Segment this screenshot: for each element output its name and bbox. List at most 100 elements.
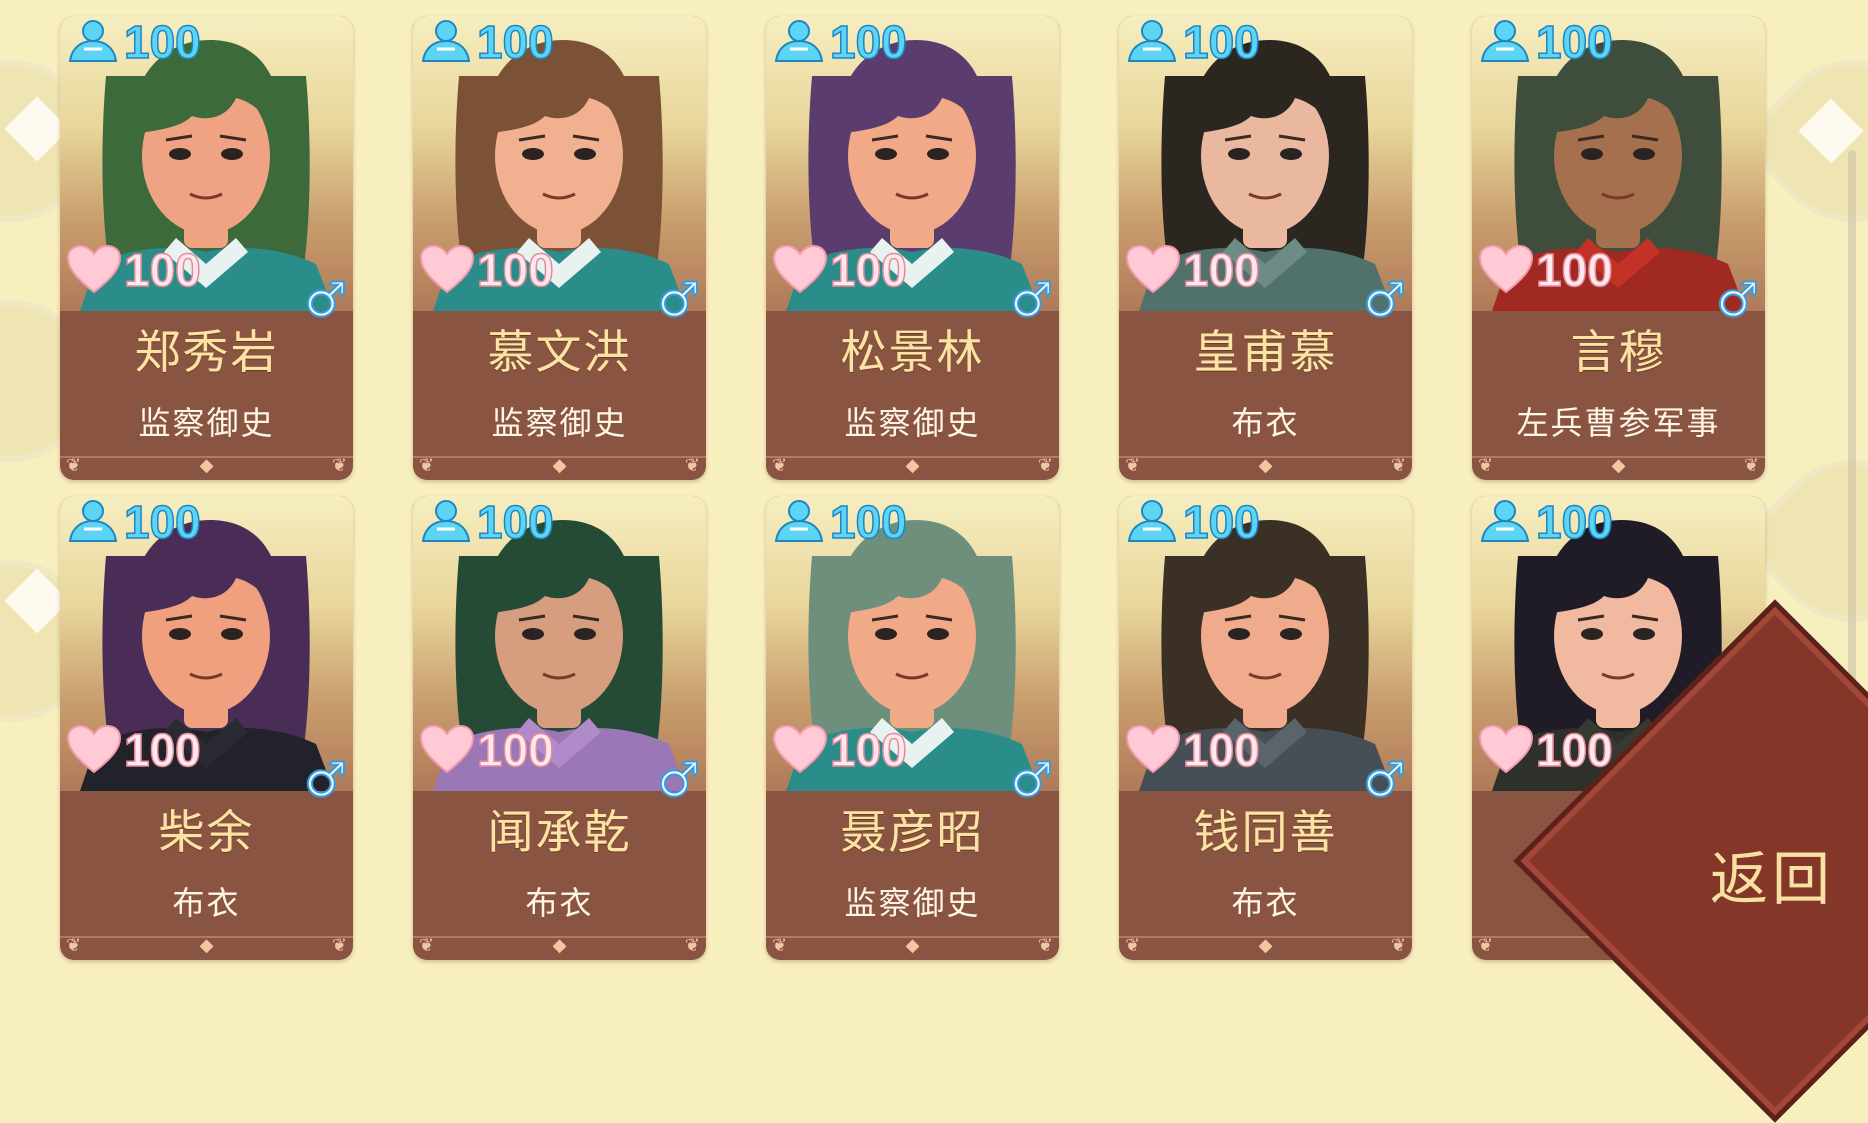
- scroll-ornament-icon: ❦: [684, 935, 700, 956]
- scroll-ornament-icon: ◆: [1258, 935, 1273, 956]
- stat-bottom-value: 100: [123, 724, 201, 776]
- heart-icon: [772, 244, 828, 294]
- scroll-ornament-icon: ❦: [66, 935, 82, 956]
- scroll-ornament-icon: ❦: [772, 455, 788, 476]
- card-frame-bottom: ❦ ◆ ❦: [766, 935, 1059, 960]
- stat-bottom: 100: [419, 238, 554, 302]
- heart-icon: [419, 244, 475, 294]
- character-card-2[interactable]: 100 100 ♂ 慕文洪 监察御史 ❦ ◆ ❦: [413, 16, 706, 480]
- character-card-8[interactable]: 100 100 ♂ 聂彦昭 监察御史 ❦ ◆ ❦: [766, 496, 1059, 960]
- person-bust-icon: [421, 20, 471, 62]
- stat-bottom-value: 100: [123, 244, 201, 296]
- scroll-ornament-icon: ◆: [1611, 455, 1626, 476]
- stat-bottom-value: 100: [1182, 244, 1260, 296]
- stat-top-value: 100: [1182, 496, 1260, 548]
- male-symbol-icon: ♂: [303, 272, 348, 328]
- person-bust-icon: [421, 500, 471, 542]
- heart-icon: [1125, 724, 1181, 774]
- card-frame-bottom: ❦ ◆ ❦: [60, 455, 353, 480]
- male-symbol-icon: ♂: [1362, 752, 1407, 808]
- scroll-ornament-icon: ❦: [331, 455, 347, 476]
- scroll-ornament-icon: ❦: [1478, 935, 1494, 956]
- stat-top: 100: [66, 498, 201, 546]
- scroll-ornament-icon: ❦: [1037, 935, 1053, 956]
- stat-bottom-value: 100: [1182, 724, 1260, 776]
- character-title: 布衣: [1231, 404, 1300, 442]
- scroll-ornament-icon: ❦: [66, 455, 82, 476]
- male-symbol-icon: ♂: [1362, 272, 1407, 328]
- character-title: 监察御史: [491, 404, 628, 442]
- stat-top-value: 100: [1535, 16, 1613, 68]
- card-frame-bottom: ❦ ◆ ❦: [60, 935, 353, 960]
- heart-icon: [1478, 724, 1534, 774]
- scroll-ornament-icon: ◆: [199, 935, 214, 956]
- stat-bottom-value: 100: [1535, 724, 1613, 776]
- scroll-ornament-icon: ◆: [905, 935, 920, 956]
- stat-top-value: 100: [1535, 496, 1613, 548]
- scroll-ornament-icon: ❦: [1125, 935, 1141, 956]
- character-card-4[interactable]: 100 100 ♂ 皇甫慕 布衣 ❦ ◆ ❦: [1119, 16, 1412, 480]
- stat-bottom: 100: [772, 718, 907, 782]
- person-bust-icon: [68, 20, 118, 62]
- stat-top-value: 100: [123, 496, 201, 548]
- scroll-ornament-icon: ◆: [552, 455, 567, 476]
- scroll-ornament-icon: ❦: [1390, 935, 1406, 956]
- heart-icon: [419, 724, 475, 774]
- scroll-ornament-icon: ❦: [1478, 455, 1494, 476]
- card-frame-bottom: ❦ ◆ ❦: [766, 455, 1059, 480]
- stat-bottom: 100: [1478, 718, 1613, 782]
- character-card-9[interactable]: 100 100 ♂ 钱同善 布衣 ❦ ◆ ❦: [1119, 496, 1412, 960]
- person-bust-icon: [774, 500, 824, 542]
- scroll-ornament-icon: ❦: [1390, 455, 1406, 476]
- character-title: 布衣: [525, 884, 594, 922]
- person-bust-icon: [1127, 500, 1177, 542]
- character-card-1[interactable]: 100 100 ♂ 郑秀岩 监察御史 ❦ ◆ ❦: [60, 16, 353, 480]
- character-card-7[interactable]: 100 100 ♂ 闻承乾 布衣 ❦ ◆ ❦: [413, 496, 706, 960]
- stat-top-value: 100: [476, 16, 554, 68]
- scroll-ornament-icon: ❦: [419, 455, 435, 476]
- character-card-3[interactable]: 100 100 ♂ 松景林 监察御史 ❦ ◆ ❦: [766, 16, 1059, 480]
- card-frame-bottom: ❦ ◆ ❦: [413, 935, 706, 960]
- scroll-ornament-icon: ◆: [199, 455, 214, 476]
- heart-icon: [66, 244, 122, 294]
- male-symbol-icon: ♂: [303, 752, 348, 808]
- stat-top-value: 100: [476, 496, 554, 548]
- stat-bottom: 100: [1478, 238, 1613, 302]
- character-grid: 100 100 ♂ 郑秀岩 监察御史 ❦ ◆ ❦ 100 100 ♂ 慕文洪 监…: [60, 16, 1765, 960]
- scroll-ornament-icon: ❦: [684, 455, 700, 476]
- card-frame-bottom: ❦ ◆ ❦: [1119, 455, 1412, 480]
- stat-bottom-value: 100: [476, 244, 554, 296]
- character-card-5[interactable]: 100 100 ♂ 言穆 左兵曹参军事 ❦ ◆ ❦: [1472, 16, 1765, 480]
- stat-top: 100: [419, 18, 554, 66]
- male-symbol-icon: ♂: [1009, 752, 1054, 808]
- stat-top: 100: [1478, 498, 1613, 546]
- scroll-ornament-icon: ◆: [905, 455, 920, 476]
- scroll-ornament-icon: ❦: [331, 935, 347, 956]
- stat-top: 100: [66, 18, 201, 66]
- stat-top: 100: [1125, 498, 1260, 546]
- scroll-ornament-icon: ❦: [772, 935, 788, 956]
- male-symbol-icon: ♂: [1715, 272, 1760, 328]
- stat-bottom: 100: [66, 718, 201, 782]
- stat-bottom-value: 100: [1535, 244, 1613, 296]
- character-card-6[interactable]: 100 100 ♂ 柴余 布衣 ❦ ◆ ❦: [60, 496, 353, 960]
- stat-bottom: 100: [66, 238, 201, 302]
- stat-top: 100: [772, 498, 907, 546]
- person-bust-icon: [68, 500, 118, 542]
- character-title: 监察御史: [138, 404, 275, 442]
- card-frame-bottom: ❦ ◆ ❦: [1472, 455, 1765, 480]
- character-title: 监察御史: [844, 404, 981, 442]
- character-title: 布衣: [1231, 884, 1300, 922]
- male-symbol-icon: ♂: [1009, 272, 1054, 328]
- scroll-ornament-icon: ❦: [1037, 455, 1053, 476]
- scroll-ornament-icon: ◆: [1258, 455, 1273, 476]
- stat-top-value: 100: [829, 16, 907, 68]
- back-button-label[interactable]: 返回: [1710, 832, 1834, 916]
- heart-icon: [66, 724, 122, 774]
- scroll-ornament-icon: ❦: [1125, 455, 1141, 476]
- stat-top-value: 100: [123, 16, 201, 68]
- stat-bottom-value: 100: [476, 724, 554, 776]
- card-frame-bottom: ❦ ◆ ❦: [413, 455, 706, 480]
- heart-icon: [1125, 244, 1181, 294]
- stat-top-value: 100: [1182, 16, 1260, 68]
